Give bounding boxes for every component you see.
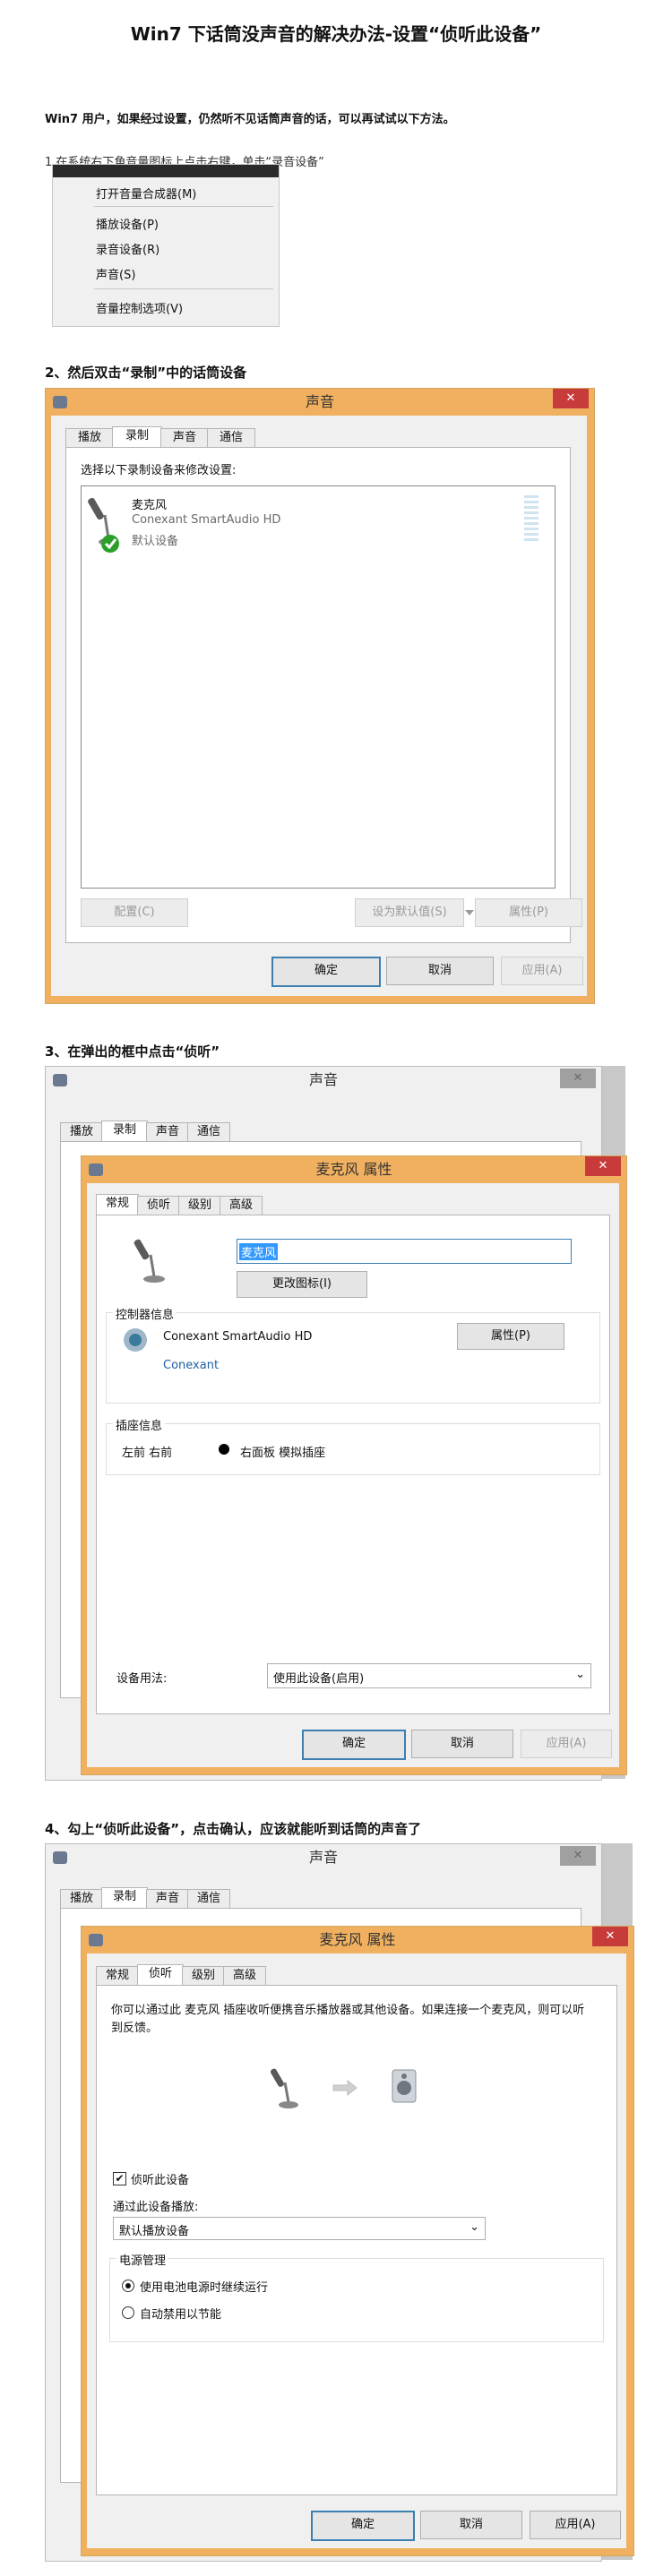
sound-dialog-title: 声音	[308, 1849, 338, 1866]
menu-separator	[94, 288, 273, 289]
tab-advanced[interactable]: 高级	[220, 1196, 263, 1215]
tab-sounds[interactable]: 声音	[146, 1122, 189, 1142]
power-option-2-radio[interactable]	[122, 2306, 134, 2319]
menu-item-playback[interactable]: 播放设备(P)	[96, 215, 159, 232]
apply-button[interactable]: 应用(A)	[521, 1730, 612, 1758]
listen-checkbox-label[interactable]: 侦听此设备	[131, 2170, 189, 2187]
cancel-button[interactable]: 取消	[420, 2511, 522, 2539]
tab-communications[interactable]: 通信	[207, 428, 255, 448]
tab-advanced[interactable]: 高级	[223, 1966, 266, 1986]
power-option-1-label[interactable]: 使用电池电源时继续运行	[140, 2278, 268, 2295]
step2-heading: 2、然后双击“录制”中的话筒设备	[45, 365, 247, 381]
mic-properties-dialog: 麦克风 属性 ✕ 常规 侦听 级别 高级 麦克风 更改图标(I) 控制器信息 C…	[81, 1155, 627, 1775]
mic-properties-dialog: 麦克风 属性 ✕ 常规 侦听 级别 高级 你可以通过此 麦克风 插座收听便携音乐…	[81, 1926, 634, 2556]
step3-screenshot: 声音 ✕ 播放 录制 声音 通信 麦克风 属性 ✕ 常规 侦听 级别 高级 麦克…	[45, 1066, 627, 1781]
tab-sounds[interactable]: 声音	[146, 1889, 189, 1909]
power-group-label: 电源管理	[116, 2251, 169, 2268]
tab-playback[interactable]: 播放	[65, 428, 114, 448]
intro-text: Win7 用户，如果经过设置，仍然听不见话筒声音的话，可以再试试以下方法。	[45, 113, 455, 126]
microphone-icon	[134, 1239, 165, 1283]
tab-communications[interactable]: 通信	[187, 1122, 230, 1142]
sound-dialog: 声音 ✕ 播放 录制 声音 通信 选择以下录制设备来修改设置: 麦克风 Cone…	[45, 388, 595, 1004]
device-name-input[interactable]: 麦克风	[237, 1239, 572, 1264]
tab-playback[interactable]: 播放	[60, 1889, 103, 1909]
controller-vendor-link[interactable]: Conexant	[163, 1359, 219, 1372]
close-button[interactable]: ✕	[585, 1156, 621, 1176]
step4-screenshot: 声音 ✕ 播放 录制 声音 通信 麦克风 属性 ✕ 常规 侦听 级别 高级 你可…	[45, 1843, 634, 2562]
ok-button[interactable]: 确定	[311, 2511, 415, 2541]
menu-item-volume-options[interactable]: 音量控制选项(V)	[96, 299, 183, 316]
listen-description: 你可以通过此 麦克风 插座收听便携音乐播放器或其他设备。如果连接一个麦克风，则可…	[111, 2004, 585, 2035]
sound-dialog-title: 声音	[305, 393, 334, 410]
taskbar-strip	[53, 165, 279, 177]
power-group	[109, 2258, 604, 2342]
close-button[interactable]: ✕	[592, 1927, 628, 1946]
instruction-text: 选择以下录制设备来修改设置:	[81, 464, 237, 477]
sound-dialog-title: 声音	[308, 1071, 338, 1088]
jack-group	[106, 1423, 600, 1475]
menu-item-sounds[interactable]: 声音(S)	[96, 265, 135, 282]
menu-item-recording[interactable]: 录音设备(R)	[96, 240, 159, 257]
level-meter	[524, 495, 538, 544]
change-icon-button[interactable]: 更改图标(I)	[237, 1271, 367, 1298]
tab-sounds[interactable]: 声音	[160, 428, 209, 448]
ok-button[interactable]: 确定	[271, 957, 381, 987]
power-option-2-label[interactable]: 自动禁用以节能	[140, 2305, 221, 2322]
jack-position: 左前 右前	[122, 1447, 173, 1460]
menu-separator	[94, 206, 273, 207]
microphone-icon	[88, 497, 119, 553]
ok-button[interactable]: 确定	[302, 1730, 406, 1760]
properties-button[interactable]: 属性(P)	[475, 898, 582, 927]
device-list[interactable]: 麦克风 Conexant SmartAudio HD 默认设备	[81, 485, 556, 889]
mic-dialog-title: 麦克风 属性	[319, 1931, 396, 1948]
tab-levels[interactable]: 级别	[178, 1196, 221, 1215]
device-name: 麦克风	[132, 499, 168, 512]
document-title: Win7 下话筒没声音的解决办法-设置“侦听此设备”	[130, 23, 542, 45]
tab-levels[interactable]: 级别	[182, 1966, 225, 1986]
arrow-right-icon	[332, 2079, 358, 2097]
tab-playback[interactable]: 播放	[60, 1122, 103, 1142]
chevron-down-icon: ⌄	[470, 2220, 479, 2234]
properties-button[interactable]: 属性(P)	[457, 1323, 564, 1350]
tab-general[interactable]: 常规	[96, 1966, 139, 1986]
controller-group-label: 控制器信息	[113, 1305, 177, 1322]
menu-item-mixer[interactable]: 打开音量合成器(M)	[96, 185, 196, 202]
cancel-button[interactable]: 取消	[386, 957, 494, 985]
usage-select[interactable]: 使用此设备(启用) ⌄	[267, 1663, 591, 1688]
controller-name: Conexant SmartAudio HD	[163, 1330, 313, 1344]
speaker-device-icon	[392, 2069, 417, 2103]
playback-label: 通过此设备播放:	[113, 2201, 199, 2214]
recording-panel: 选择以下录制设备来修改设置: 麦克风 Conexant SmartAudio H…	[65, 447, 582, 943]
jack-dot-icon	[219, 1444, 229, 1455]
audio-chip-icon	[124, 1328, 147, 1352]
cancel-button[interactable]: 取消	[411, 1730, 513, 1758]
set-default-button[interactable]: 设为默认值(S)	[355, 898, 464, 927]
step4-heading: 4、勾上“侦听此设备”，点击确认，应该就能听到话筒的声音了	[45, 1821, 422, 1837]
power-option-1-radio[interactable]	[122, 2280, 134, 2292]
playback-device-select[interactable]: 默认播放设备 ⌄	[113, 2217, 486, 2240]
chevron-down-icon: ⌄	[575, 1668, 585, 1681]
close-button[interactable]: ✕	[560, 1846, 596, 1866]
device-driver: Conexant SmartAudio HD	[132, 513, 281, 527]
jack-description: 右面板 模拟插座	[240, 1447, 326, 1460]
tab-communications[interactable]: 通信	[187, 1889, 230, 1909]
step3-heading: 3、在弹出的框中点击“侦听”	[45, 1043, 220, 1060]
device-status: 默认设备	[132, 535, 179, 548]
jack-group-label: 插座信息	[113, 1416, 166, 1433]
dialog-body: 播放 录制 声音 通信 选择以下录制设备来修改设置: 麦克风 Conexant …	[51, 416, 587, 996]
microphone-icon	[271, 2068, 298, 2108]
apply-button[interactable]: 应用(A)	[501, 957, 583, 985]
chevron-down-icon[interactable]	[465, 910, 474, 915]
radio-dot	[125, 2283, 131, 2288]
close-button[interactable]: ✕	[560, 1069, 596, 1088]
usage-label: 设备用法:	[116, 1672, 168, 1686]
apply-button[interactable]: 应用(A)	[530, 2511, 621, 2539]
configure-button[interactable]: 配置(C)	[81, 898, 188, 927]
close-button[interactable]: ✕	[553, 389, 589, 408]
tab-listen[interactable]: 侦听	[137, 1196, 180, 1215]
volume-context-menu: 打开音量合成器(M) 播放设备(P) 录音设备(R) 声音(S) 音量控制选项(…	[52, 164, 280, 327]
listen-checkbox[interactable]: ✔	[113, 2172, 126, 2185]
mic-dialog-title: 麦克风 属性	[315, 1161, 392, 1178]
